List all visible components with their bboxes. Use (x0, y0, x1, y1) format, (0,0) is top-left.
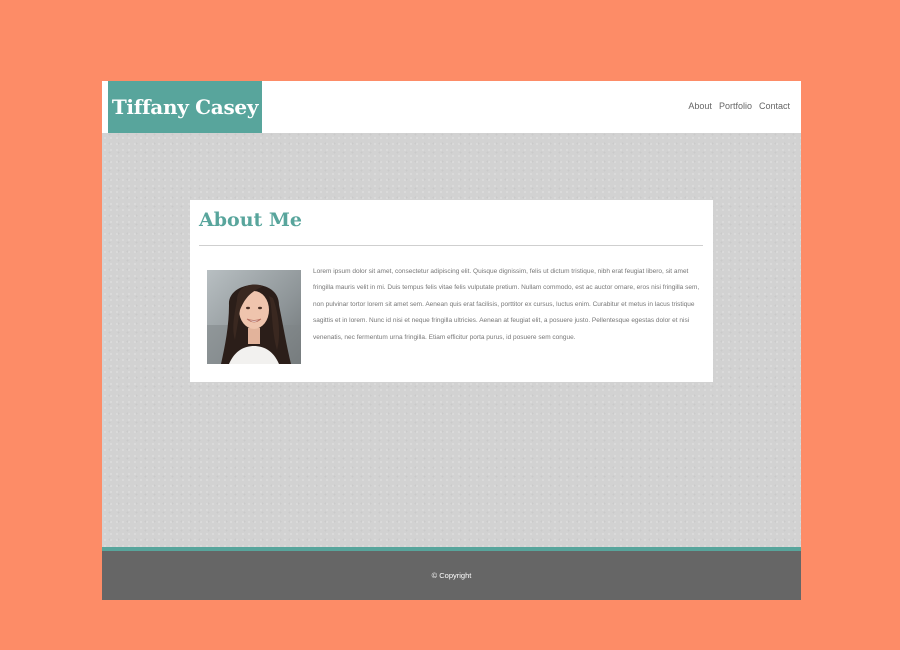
about-card: About Me Lorem ipsum dolor sit amet, con… (190, 200, 713, 382)
site-logo[interactable]: Tiffany Casey (108, 81, 262, 133)
profile-photo (207, 270, 301, 364)
about-heading: About Me (199, 209, 303, 231)
site-header: Tiffany Casey About Portfolio Contact (102, 81, 801, 133)
nav-link-contact[interactable]: Contact (759, 101, 790, 111)
heading-divider (199, 245, 703, 246)
about-bio-text: Lorem ipsum dolor sit amet, consectetur … (313, 268, 700, 341)
portrait-image (207, 270, 301, 364)
site-title: Tiffany Casey (111, 95, 259, 119)
site-footer: © Copyright (102, 551, 801, 600)
website-frame: Tiffany Casey About Portfolio Contact Ab… (102, 81, 801, 600)
main-nav: About Portfolio Contact (688, 101, 790, 111)
nav-link-portfolio[interactable]: Portfolio (719, 101, 752, 111)
copyright-text: © Copyright (431, 571, 472, 580)
nav-link-about[interactable]: About (688, 101, 712, 111)
